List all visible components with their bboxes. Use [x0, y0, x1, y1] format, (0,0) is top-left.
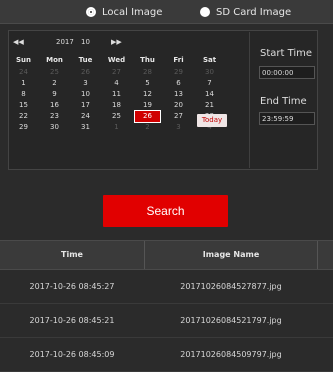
calendar-day[interactable]: 19 [135, 100, 160, 111]
start-time-label: Start Time [260, 48, 313, 59]
calendar-day[interactable]: 11 [104, 89, 129, 100]
weekday-header: Tue [78, 56, 93, 64]
end-time-label: End Time [260, 96, 307, 107]
results-table: Time Image Name 2017-10-26 08:45:27 2017… [0, 240, 333, 372]
calendar-day[interactable]: 3 [73, 78, 98, 89]
calendar-day[interactable]: 7 [197, 78, 222, 89]
calendar-day[interactable]: 10 [73, 89, 98, 100]
end-time-input[interactable] [259, 112, 315, 125]
local-image-option[interactable]: Local Image [86, 5, 162, 19]
calendar-day[interactable]: 30 [197, 67, 222, 78]
calendar-day[interactable]: 1 [11, 78, 36, 89]
calendar-day[interactable]: 23 [42, 111, 67, 122]
image-source-bar: Local Image SD Card Image [0, 0, 333, 24]
weekday-header: Mon [46, 56, 63, 64]
calendar-day[interactable]: 8 [11, 89, 36, 100]
calendar-day[interactable]: 15 [11, 100, 36, 111]
calendar-day[interactable]: 22 [11, 111, 36, 122]
calendar-day[interactable]: 24 [73, 111, 98, 122]
sd-card-image-option[interactable]: SD Card Image [200, 5, 291, 19]
calendar-day[interactable]: 4 [104, 78, 129, 89]
table-row[interactable]: 2017-10-26 08:45:21 20171026084521797.jp… [0, 304, 333, 338]
row-image-name[interactable]: 20171026084521797.jpg [145, 304, 317, 338]
calendar-day[interactable]: 3 [166, 122, 191, 133]
calendar-day[interactable]: 25 [42, 67, 67, 78]
calendar-day[interactable]: 12 [135, 89, 160, 100]
calendar-year: 2017 [56, 38, 74, 46]
next-month-icon[interactable]: ▶▶ [111, 38, 122, 46]
sd-card-image-label: SD Card Image [216, 6, 292, 18]
calendar-month: 10 [81, 38, 90, 46]
calendar-day[interactable]: 14 [197, 89, 222, 100]
col-time-header: Time [61, 250, 83, 259]
calendar-day[interactable]: 24 [11, 67, 36, 78]
prev-year-icon[interactable]: ◀◀ [13, 38, 24, 46]
calendar-day[interactable]: 27 [104, 67, 129, 78]
search-button[interactable]: Search [103, 195, 228, 227]
table-row[interactable]: 2017-10-26 08:45:09 20171026084509797.jp… [0, 338, 333, 372]
panel-divider [249, 32, 250, 168]
calendar-day[interactable]: 5 [135, 78, 160, 89]
weekday-header: Sun [15, 56, 31, 64]
row-time: 2017-10-26 08:45:27 [29, 282, 115, 291]
row-time: 2017-10-26 08:45:09 [29, 350, 115, 359]
col-image-name-header: Image Name [202, 250, 260, 259]
calendar-day[interactable]: 26 [73, 67, 98, 78]
calendar-day[interactable]: 18 [104, 100, 129, 111]
calendar-day-selected[interactable]: 26 [134, 110, 161, 123]
calendar-day[interactable]: 13 [166, 89, 191, 100]
calendar: ◀◀ 2017 10 ▶▶ Sun Mon Tue Wed Thu Fri Sat 24 25 2… [11, 34, 235, 166]
calendar-day[interactable]: 29 [11, 122, 36, 133]
calendar-day[interactable]: 21 [197, 100, 222, 111]
calendar-day[interactable]: 30 [42, 122, 67, 133]
today-button[interactable]: Today [197, 114, 227, 127]
column-divider [317, 241, 318, 269]
start-time-input[interactable] [259, 66, 315, 79]
calendar-day[interactable]: 25 [104, 111, 129, 122]
weekday-header: Sat [202, 56, 217, 64]
radio-unselected-icon[interactable] [200, 7, 210, 17]
calendar-day[interactable]: 29 [166, 67, 191, 78]
calendar-day[interactable]: 9 [42, 89, 67, 100]
weekday-header: Thu [140, 56, 155, 64]
calendar-day[interactable]: 17 [73, 100, 98, 111]
calendar-day[interactable]: 28 [135, 67, 160, 78]
weekday-header: Wed [107, 56, 126, 64]
calendar-grid: Sun Mon Tue Wed Thu Fri Sat 24 25 26 27 28 29 30 1 2 3 4 5… [11, 54, 222, 133]
calendar-day[interactable]: 16 [42, 100, 67, 111]
calendar-day[interactable]: 2 [135, 122, 160, 133]
calendar-day[interactable]: 27 [166, 111, 191, 122]
calendar-day[interactable]: 1 [104, 122, 129, 133]
local-image-label: Local Image [102, 6, 163, 18]
calendar-day[interactable]: 2 [42, 78, 67, 89]
row-image-name[interactable]: 20171026084527877.jpg [145, 270, 317, 304]
calendar-nav: ◀◀ 2017 10 ▶▶ [11, 38, 235, 50]
row-image-name[interactable]: 20171026084509797.jpg [145, 338, 317, 372]
row-time: 2017-10-26 08:45:21 [29, 316, 115, 325]
table-row[interactable]: 2017-10-26 08:45:27 20171026084527877.jp… [0, 270, 333, 304]
weekday-header: Fri [173, 56, 184, 64]
calendar-day[interactable]: 31 [73, 122, 98, 133]
calendar-day[interactable]: 20 [166, 100, 191, 111]
calendar-day[interactable]: 6 [166, 78, 191, 89]
radio-selected-icon[interactable] [86, 7, 96, 17]
table-header: Time Image Name [0, 240, 333, 270]
